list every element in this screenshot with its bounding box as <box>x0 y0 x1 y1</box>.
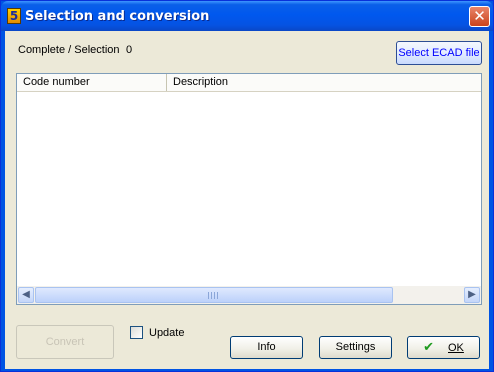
check-icon: ✔ <box>423 340 434 355</box>
update-label[interactable]: Update <box>149 327 184 339</box>
app-icon: 5 <box>7 8 21 24</box>
close-icon: ✕ <box>473 7 486 25</box>
dialog-body: Complete / Selection 0 Select ECAD file … <box>5 31 489 369</box>
horizontal-scrollbar[interactable]: ◀ ▶ <box>17 286 481 304</box>
code-description-grid[interactable]: Code number Description ◀ ▶ <box>16 73 482 305</box>
settings-button[interactable]: Settings <box>319 336 392 359</box>
convert-button[interactable]: Convert <box>16 325 114 359</box>
close-button[interactable]: ✕ <box>469 6 490 27</box>
scroll-right-arrow[interactable]: ▶ <box>464 287 480 303</box>
grid-header: Code number Description <box>17 74 481 92</box>
window-title: Selection and conversion <box>25 9 210 24</box>
column-header-code-number[interactable]: Code number <box>17 74 167 91</box>
selection-status-label: Complete / Selection <box>18 44 120 56</box>
info-button[interactable]: Info <box>230 336 303 359</box>
scroll-left-arrow[interactable]: ◀ <box>18 287 34 303</box>
ok-button-label: OK <box>448 342 464 354</box>
column-header-description[interactable]: Description <box>167 74 481 91</box>
title-bar[interactable]: 5 Selection and conversion ✕ <box>1 1 493 31</box>
scrollbar-grip-icon <box>208 292 220 299</box>
selection-count: 0 <box>126 44 133 56</box>
app-icon-glyph: 5 <box>9 9 19 23</box>
update-checkbox[interactable] <box>130 326 143 339</box>
select-ecad-file-button[interactable]: Select ECAD file <box>396 41 482 65</box>
ok-button[interactable]: ✔ OK <box>407 336 480 359</box>
dialog-window: 5 Selection and conversion ✕ Complete / … <box>0 0 494 372</box>
scrollbar-thumb[interactable] <box>35 287 393 303</box>
